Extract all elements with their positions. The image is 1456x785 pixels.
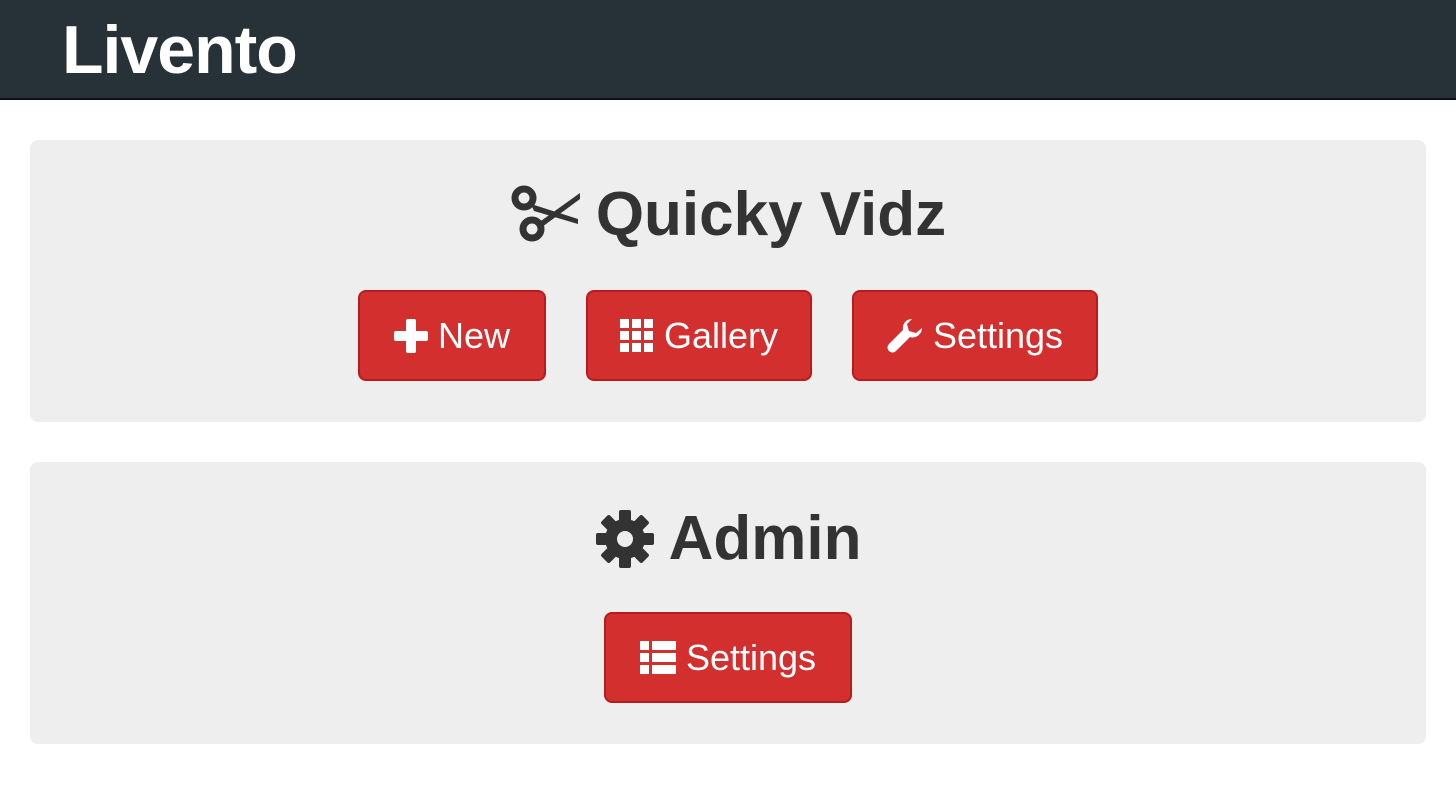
admin-panel: Admin Settings	[30, 462, 1426, 744]
gear-icon	[595, 509, 655, 569]
wrench-icon	[887, 318, 923, 354]
list-icon	[639, 640, 676, 675]
quicky-vidz-actions: New Gallery Settings	[30, 290, 1426, 381]
quicky-vidz-heading: Quicky Vidz	[30, 180, 1426, 250]
top-navbar: Livento	[0, 0, 1456, 100]
new-button-label: New	[437, 314, 511, 356]
new-button[interactable]: New	[358, 290, 546, 381]
settings-button[interactable]: Settings	[852, 290, 1098, 381]
admin-heading: Admin	[30, 504, 1426, 574]
scissors-icon	[510, 185, 582, 245]
admin-settings-button-label: Settings	[685, 636, 817, 678]
quicky-vidz-title: Quicky Vidz	[595, 180, 947, 249]
brand-logo[interactable]: Livento	[62, 8, 298, 92]
admin-title: Admin	[668, 504, 862, 573]
settings-button-label: Settings	[932, 314, 1064, 356]
plus-icon	[393, 318, 428, 353]
gallery-button-label: Gallery	[663, 314, 779, 356]
admin-actions: Settings	[30, 612, 1426, 703]
quicky-vidz-panel: Quicky Vidz New Gallery Settings	[30, 140, 1426, 422]
gallery-button[interactable]: Gallery	[586, 290, 812, 381]
admin-settings-button[interactable]: Settings	[604, 612, 852, 703]
grid-icon	[619, 318, 654, 353]
